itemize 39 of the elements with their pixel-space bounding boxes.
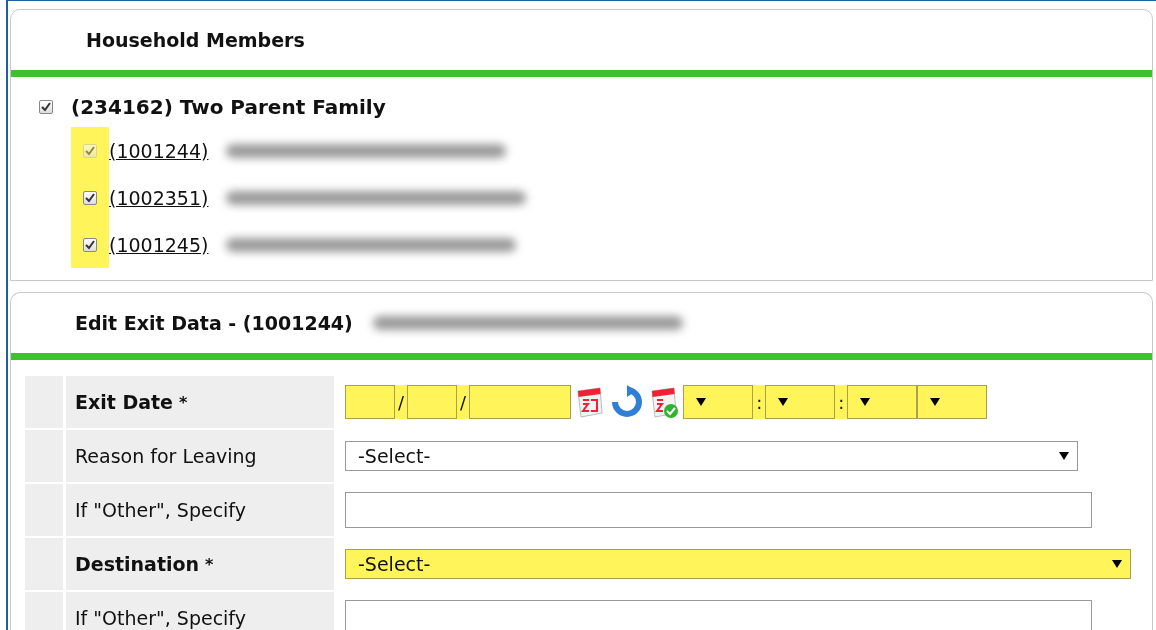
time-select[interactable]	[765, 385, 836, 419]
caret-icon	[930, 398, 941, 406]
member-id-link[interactable]: (1002351)	[109, 186, 209, 209]
checkbox[interactable]	[83, 190, 97, 205]
caret-icon	[1059, 452, 1069, 460]
time-select[interactable]	[847, 385, 918, 419]
caret-icon	[1112, 560, 1122, 568]
select-field[interactable]: -Select-	[345, 549, 1131, 579]
date-input[interactable]	[469, 385, 572, 419]
caret-icon	[860, 398, 871, 406]
required-mark: *	[205, 554, 214, 574]
date-input[interactable]	[407, 385, 458, 419]
panel-title: Edit Exit Data - (1001244)	[75, 312, 353, 334]
text-field[interactable]	[345, 600, 1092, 630]
field-label: If "Other", Specify	[75, 499, 246, 521]
separator: :	[753, 385, 766, 419]
field-label: Destination	[75, 553, 200, 575]
separator: :	[835, 385, 848, 419]
field-label: Reason for Leaving	[75, 445, 257, 467]
refresh-icon[interactable]	[610, 385, 645, 419]
calendar-check-icon[interactable]	[650, 385, 681, 419]
family-label: (234162) Two Parent Family	[71, 95, 386, 119]
separator: /	[395, 385, 408, 419]
panel-title: Household Members	[86, 29, 305, 51]
field-label: If "Other", Specify	[75, 607, 246, 629]
checkbox[interactable]	[39, 100, 53, 114]
checkbox[interactable]	[83, 237, 97, 252]
field-label: Exit Date	[75, 391, 173, 413]
required-mark: *	[179, 392, 188, 412]
time-select[interactable]	[917, 385, 988, 419]
select-field[interactable]: -Select-	[345, 441, 1078, 471]
member-id-link[interactable]: (1001245)	[109, 233, 209, 256]
time-select[interactable]	[683, 385, 754, 419]
separator: /	[457, 385, 470, 419]
caret-icon	[778, 398, 789, 406]
text-field[interactable]	[345, 492, 1092, 528]
date-input[interactable]	[345, 385, 395, 419]
caret-icon	[696, 398, 707, 406]
calendar-icon[interactable]	[574, 385, 605, 419]
